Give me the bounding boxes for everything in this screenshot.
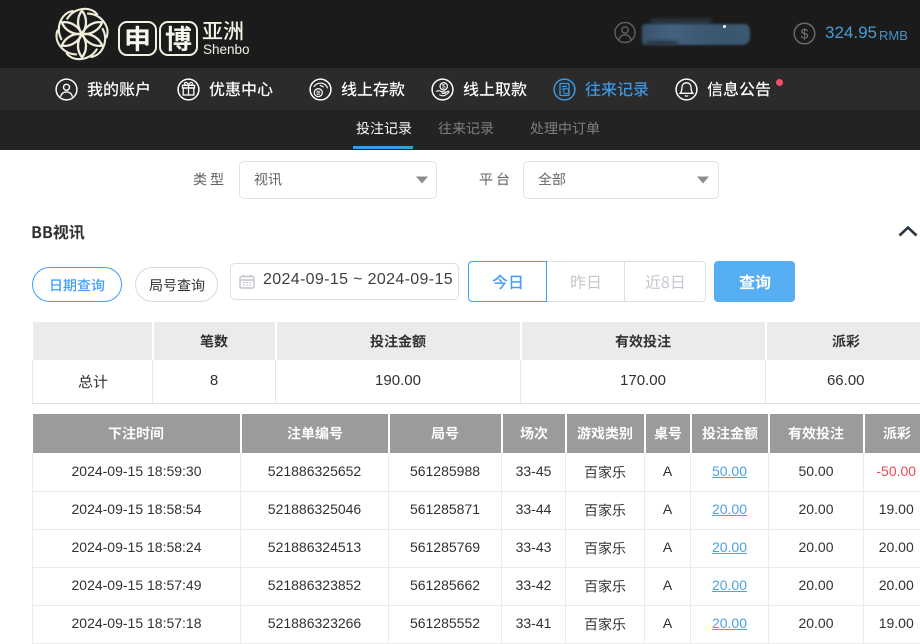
svg-text:$: $ <box>442 83 446 90</box>
svg-text:$: $ <box>801 26 809 41</box>
